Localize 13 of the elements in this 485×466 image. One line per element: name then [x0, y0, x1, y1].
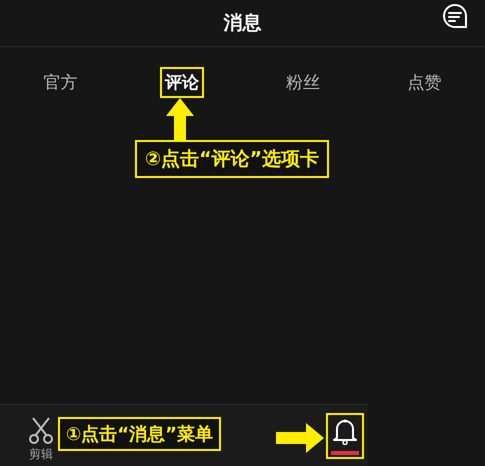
chat-bubble-icon[interactable] [441, 2, 469, 30]
up-arrow [166, 98, 194, 140]
nav-label[interactable]: 剪辑 [29, 446, 53, 463]
scissors-icon[interactable] [28, 416, 54, 444]
page-title: 消息 [224, 11, 262, 36]
right-arrow [276, 423, 324, 453]
tab[interactable]: 点赞 [402, 67, 446, 98]
instruction-callout: ②点击“评论”选项卡 [135, 140, 330, 178]
tab[interactable]: 粉丝 [281, 67, 326, 98]
instruction-callout: ①点击“消息”菜单 [58, 417, 221, 451]
tab[interactable]: 官方 [38, 67, 83, 98]
bell-icon[interactable] [332, 416, 358, 444]
tab[interactable]: 评论 [160, 67, 204, 98]
